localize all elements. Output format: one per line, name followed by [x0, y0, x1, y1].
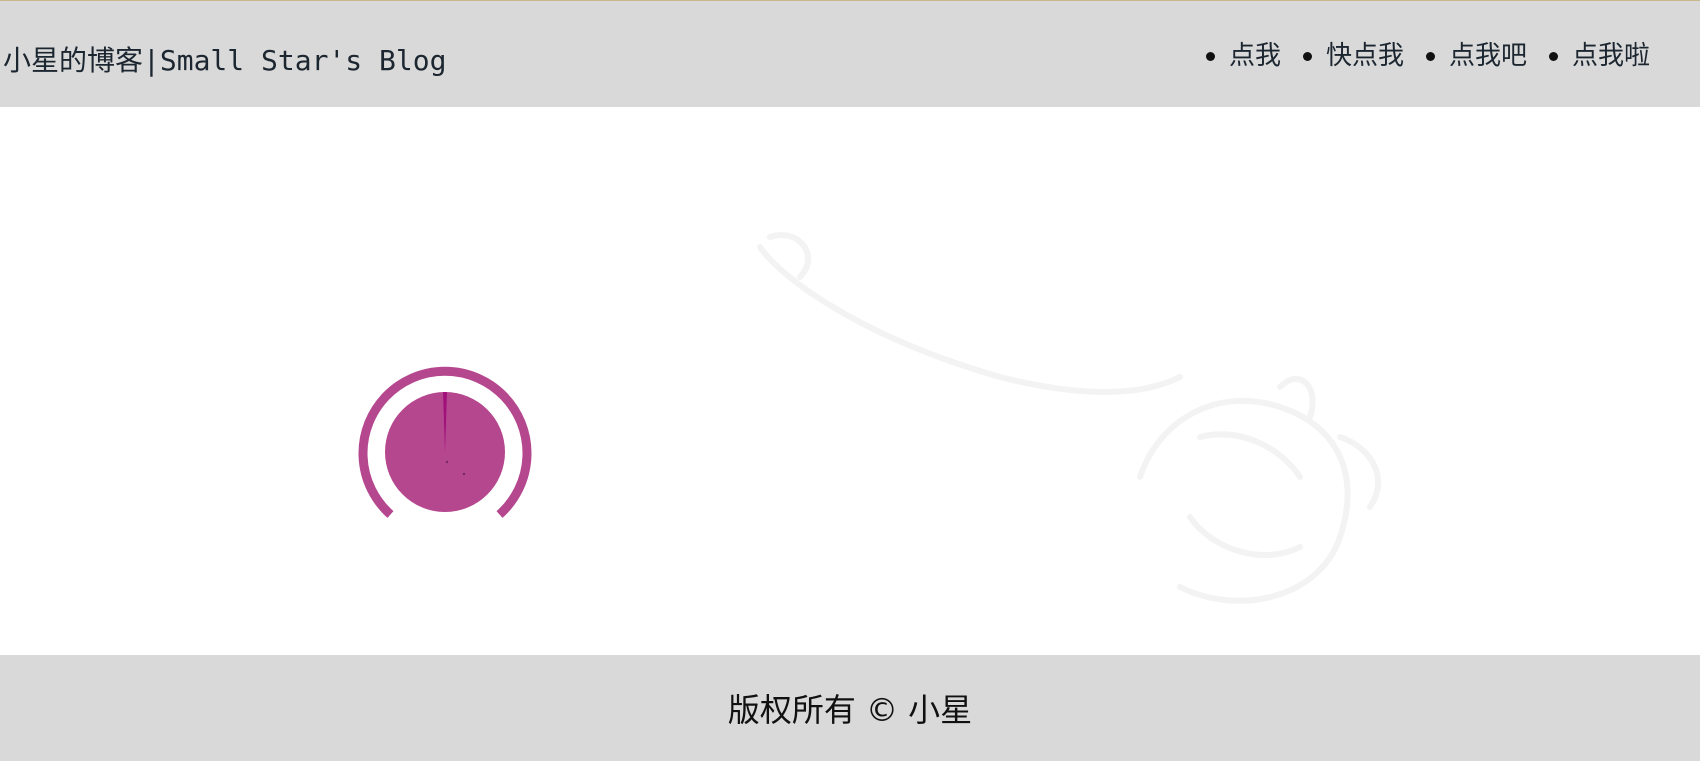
site-title[interactable]: 小星的博客|Small Star's Blog [3, 41, 446, 81]
nav-item-label: 快点我 [1325, 41, 1404, 71]
bullet-icon [1548, 51, 1558, 61]
nav-menu: 点我 快点我 点我吧 点我啦 [1184, 36, 1650, 76]
nav-item-label: 点我吧 [1448, 41, 1527, 71]
bullet-icon [1205, 51, 1215, 61]
nav-item-label: 点我啦 [1571, 41, 1650, 71]
nav-item-1[interactable]: 点我 [1205, 36, 1281, 76]
nav-item-3[interactable]: 点我吧 [1425, 36, 1527, 76]
copyright-text: 版权所有 © 小星 [727, 691, 973, 729]
nav-item-4[interactable]: 点我啦 [1548, 36, 1650, 76]
faded-background-illustration [757, 232, 1382, 604]
site-header: 小星的博客|Small Star's Blog 点我 快点我 点我吧 点我啦 [0, 1, 1700, 107]
bullet-icon [1425, 51, 1435, 61]
nav-item-2[interactable]: 快点我 [1302, 36, 1404, 76]
main-content [0, 107, 1700, 655]
bullet-icon [1302, 51, 1312, 61]
loading-spinner-icon [358, 366, 532, 518]
nav-item-label: 点我 [1228, 41, 1281, 71]
site-footer: 版权所有 © 小星 [0, 655, 1700, 761]
